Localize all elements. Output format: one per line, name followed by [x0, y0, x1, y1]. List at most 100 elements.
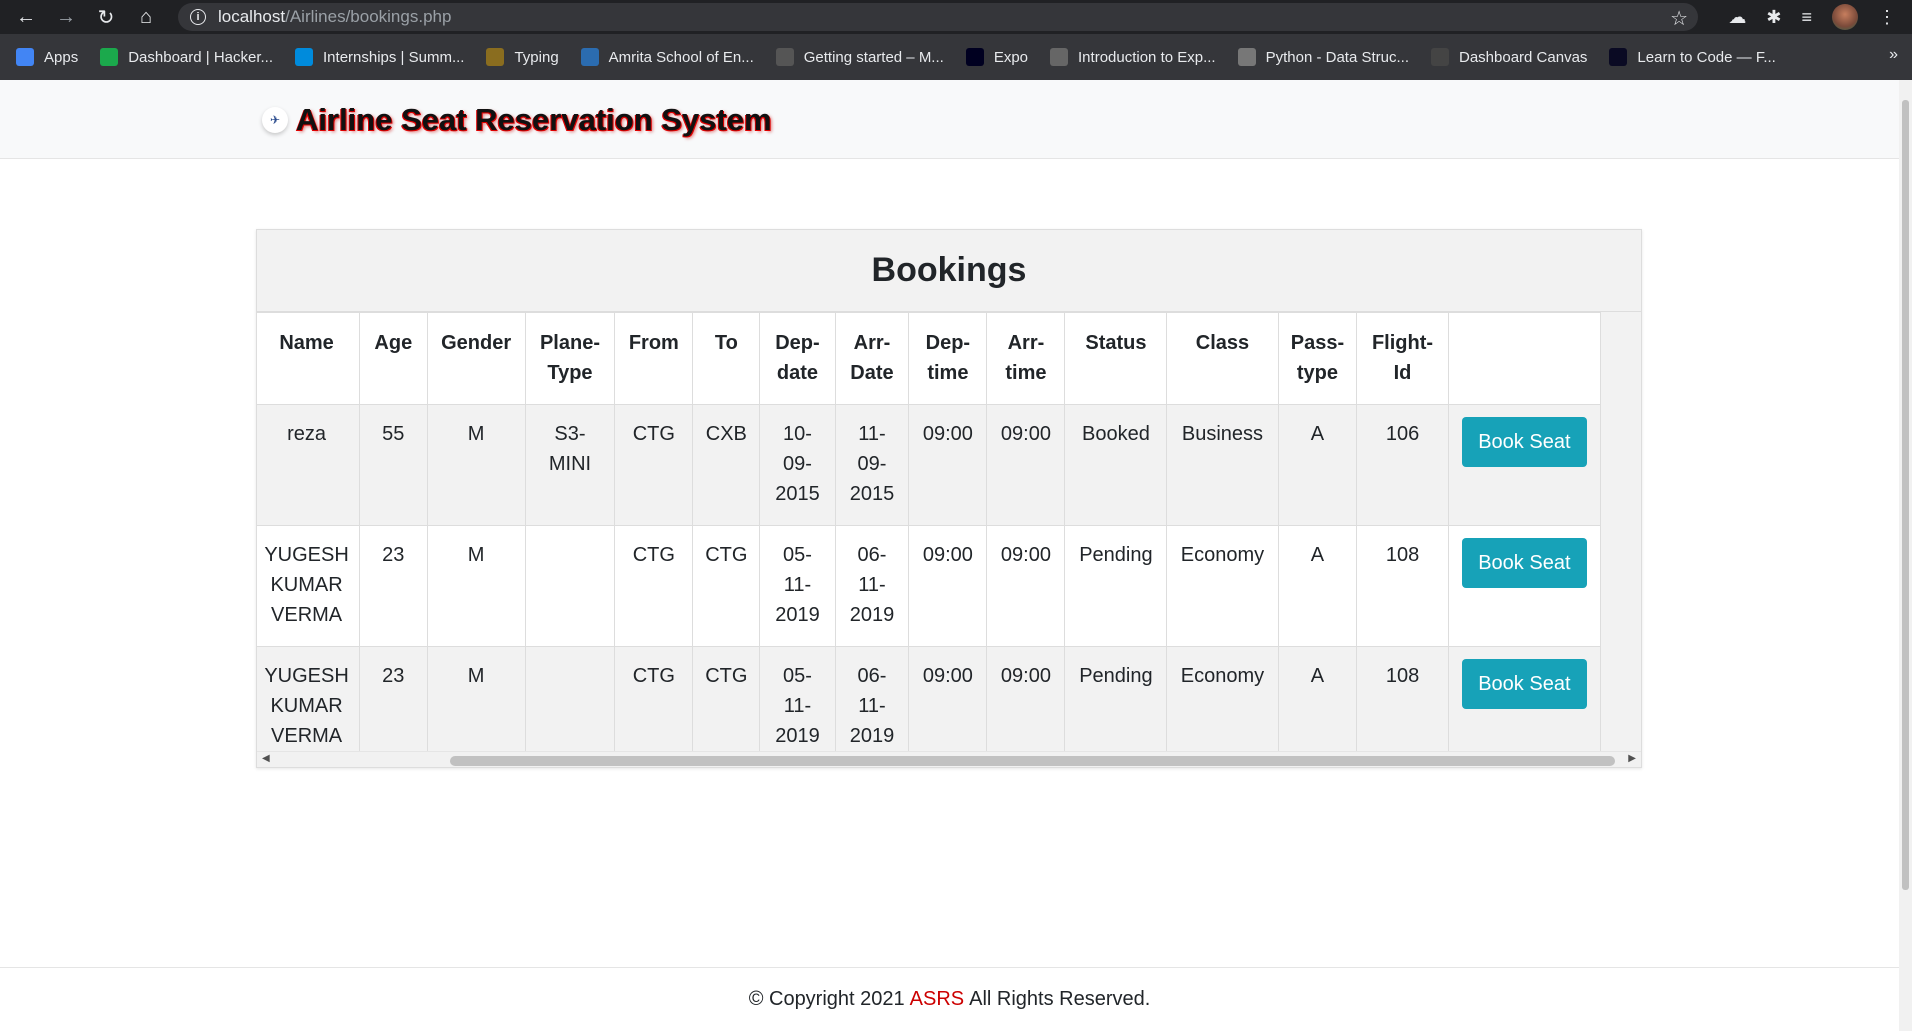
- column-header: Arr-Date: [834, 312, 910, 405]
- cell-dep-date: 05-11-2019: [759, 525, 836, 647]
- cell-dep-time: 09:00: [908, 525, 988, 647]
- cell-from: CTG: [614, 646, 694, 767]
- cell-status: Booked: [1064, 404, 1168, 526]
- bookmark-label: Apps: [44, 48, 79, 66]
- cell-status: Pending: [1064, 525, 1168, 647]
- book-seat-button[interactable]: Book Seat: [1462, 538, 1587, 588]
- column-header: To: [692, 312, 761, 405]
- cell-gender: M: [426, 525, 526, 647]
- back-icon[interactable]: ←: [6, 0, 46, 34]
- vertical-scrollbar[interactable]: [1899, 80, 1912, 1031]
- url-text[interactable]: localhost/Airlines/bookings.php: [218, 7, 451, 27]
- column-header: Gender: [426, 312, 526, 405]
- expo-icon: [965, 48, 984, 66]
- menu-kebab-icon[interactable]: ⋮: [1878, 7, 1896, 28]
- address-bar[interactable]: i localhost/Airlines/bookings.php ☆: [178, 3, 1698, 31]
- horizontal-scrollbar[interactable]: ◀ ▶: [257, 751, 1641, 767]
- cell-gender: M: [426, 646, 526, 767]
- cell-arr-date: 06-11-2019: [834, 525, 910, 647]
- table-row: 9YUGESH KUMAR VERMA23MCTGCTG05-11-201906…: [257, 525, 1602, 647]
- bookmark-item[interactable]: Dashboard | Hacker...: [100, 48, 273, 66]
- book-seat-button[interactable]: Book Seat: [1462, 417, 1587, 467]
- column-header: [1447, 312, 1602, 405]
- bookmark-item[interactable]: Dashboard Canvas: [1431, 48, 1587, 66]
- cell-pass-type: A: [1277, 404, 1358, 526]
- cell-to: CXB: [692, 404, 761, 526]
- table-header-row: Name Age Gender Plane-Type From To Dep-date Arr…: [257, 312, 1602, 405]
- column-header: Plane-Type: [524, 312, 616, 405]
- bookmark-item[interactable]: Introduction to Exp...: [1050, 48, 1216, 66]
- page-viewport: ✈ Airline Seat Reservation System Bookin…: [0, 80, 1899, 1031]
- footer-brand[interactable]: ASRS: [910, 988, 964, 1011]
- table-row: 5reza55MS3-MINICTGCXB10-09-201511-09-201…: [257, 404, 1602, 526]
- amrita-icon: [580, 48, 599, 66]
- cell-dep-date: 05-11-2019: [759, 646, 836, 767]
- extension-cloud-icon[interactable]: ☁: [1728, 7, 1746, 28]
- media-control-icon[interactable]: ≡: [1801, 7, 1812, 28]
- column-header: Flight-Id: [1356, 312, 1449, 405]
- cell-from: CTG: [614, 525, 694, 647]
- bookmark-item[interactable]: Learn to Code — F...: [1609, 48, 1776, 66]
- bookmark-label: Dashboard | Hacker...: [128, 48, 274, 66]
- cell-dep-time: 09:00: [908, 404, 988, 526]
- column-header: Status: [1064, 312, 1168, 405]
- cell-age: 55: [359, 404, 428, 526]
- cell-age: 23: [359, 525, 428, 647]
- cell-name: YUGESH KUMAR VERMA: [257, 525, 361, 647]
- bookmark-item[interactable]: Python - Data Struc...: [1237, 48, 1409, 66]
- cell-class: Economy: [1166, 525, 1279, 647]
- forward-icon[interactable]: →: [46, 0, 86, 34]
- profile-avatar[interactable]: [1832, 4, 1858, 30]
- extensions-puzzle-icon[interactable]: ✱: [1766, 7, 1781, 28]
- cell-flight-id: 106: [1356, 404, 1449, 526]
- bookmark-item[interactable]: Amrita School of En...: [580, 48, 754, 66]
- internshala-icon: [295, 48, 314, 66]
- bookmark-label: Dashboard Canvas: [1459, 48, 1588, 66]
- bookmark-item[interactable]: Expo: [965, 48, 1029, 66]
- cell-dep-time: 09:00: [908, 646, 988, 767]
- cell-arr-time: 09:00: [986, 404, 1066, 526]
- vertical-scroll-thumb[interactable]: [1902, 100, 1909, 890]
- bookmark-label: Python - Data Struc...: [1265, 48, 1409, 66]
- column-header: Age: [359, 312, 428, 405]
- bookings-table: Name Age Gender Plane-Type From To Dep-date Arr…: [257, 312, 1602, 767]
- site-icon: [1050, 48, 1069, 66]
- bookmark-item[interactable]: Getting started – M...: [775, 48, 944, 66]
- airplane-logo-icon: ✈: [262, 107, 288, 133]
- cell-name: YUGESH KUMAR VERMA: [257, 646, 361, 767]
- bookmark-star-icon[interactable]: ☆: [1670, 6, 1688, 31]
- cell-action: Book Seat: [1447, 404, 1602, 526]
- column-header: Class: [1166, 312, 1279, 405]
- scroll-right-icon[interactable]: ▶: [1628, 753, 1636, 764]
- gear-icon: [775, 48, 794, 66]
- cell-age: 23: [359, 646, 428, 767]
- book-seat-button[interactable]: Book Seat: [1462, 659, 1587, 709]
- extension-area: ☁ ✱ ≡ ⋮: [1728, 0, 1896, 34]
- cell-dep-date: 10-09-2015: [759, 404, 836, 526]
- reload-icon[interactable]: ↻: [86, 0, 126, 34]
- bookmark-item[interactable]: Apps: [16, 48, 78, 66]
- site-footer: © Copyright 2021 ASRS All Rights Reserve…: [0, 967, 1899, 1031]
- info-icon[interactable]: i: [190, 9, 206, 25]
- site-title: Airline Seat Reservation System: [296, 102, 772, 137]
- scroll-left-icon[interactable]: ◀: [262, 753, 270, 764]
- horizontal-scroll-thumb[interactable]: [450, 756, 1615, 766]
- bookmark-label: Learn to Code — F...: [1637, 48, 1776, 66]
- url-path: /Airlines/bookings.php: [285, 7, 452, 26]
- home-icon[interactable]: ⌂: [126, 0, 166, 34]
- cell-plane-type: [524, 646, 616, 767]
- navbar-brand[interactable]: ✈ Airline Seat Reservation System: [262, 102, 772, 138]
- bookmark-label: Internships | Summ...: [323, 48, 465, 66]
- bookmark-label: Expo: [993, 48, 1029, 66]
- bookmark-item[interactable]: Typing: [486, 48, 559, 66]
- footer-copyright: © Copyright 2021: [748, 988, 905, 1010]
- apps-grid-icon: [16, 48, 34, 66]
- cell-to: CTG: [692, 646, 761, 767]
- cell-plane-type: S3-MINI: [524, 404, 616, 526]
- cell-status: Pending: [1064, 646, 1168, 767]
- bookmark-item[interactable]: Internships | Summ...: [295, 48, 464, 66]
- bookings-title: Bookings: [871, 251, 1027, 289]
- more-bookmarks-icon[interactable]: »: [1889, 46, 1898, 64]
- cell-flight-id: 108: [1356, 646, 1449, 767]
- bookmark-label: Typing: [514, 48, 559, 66]
